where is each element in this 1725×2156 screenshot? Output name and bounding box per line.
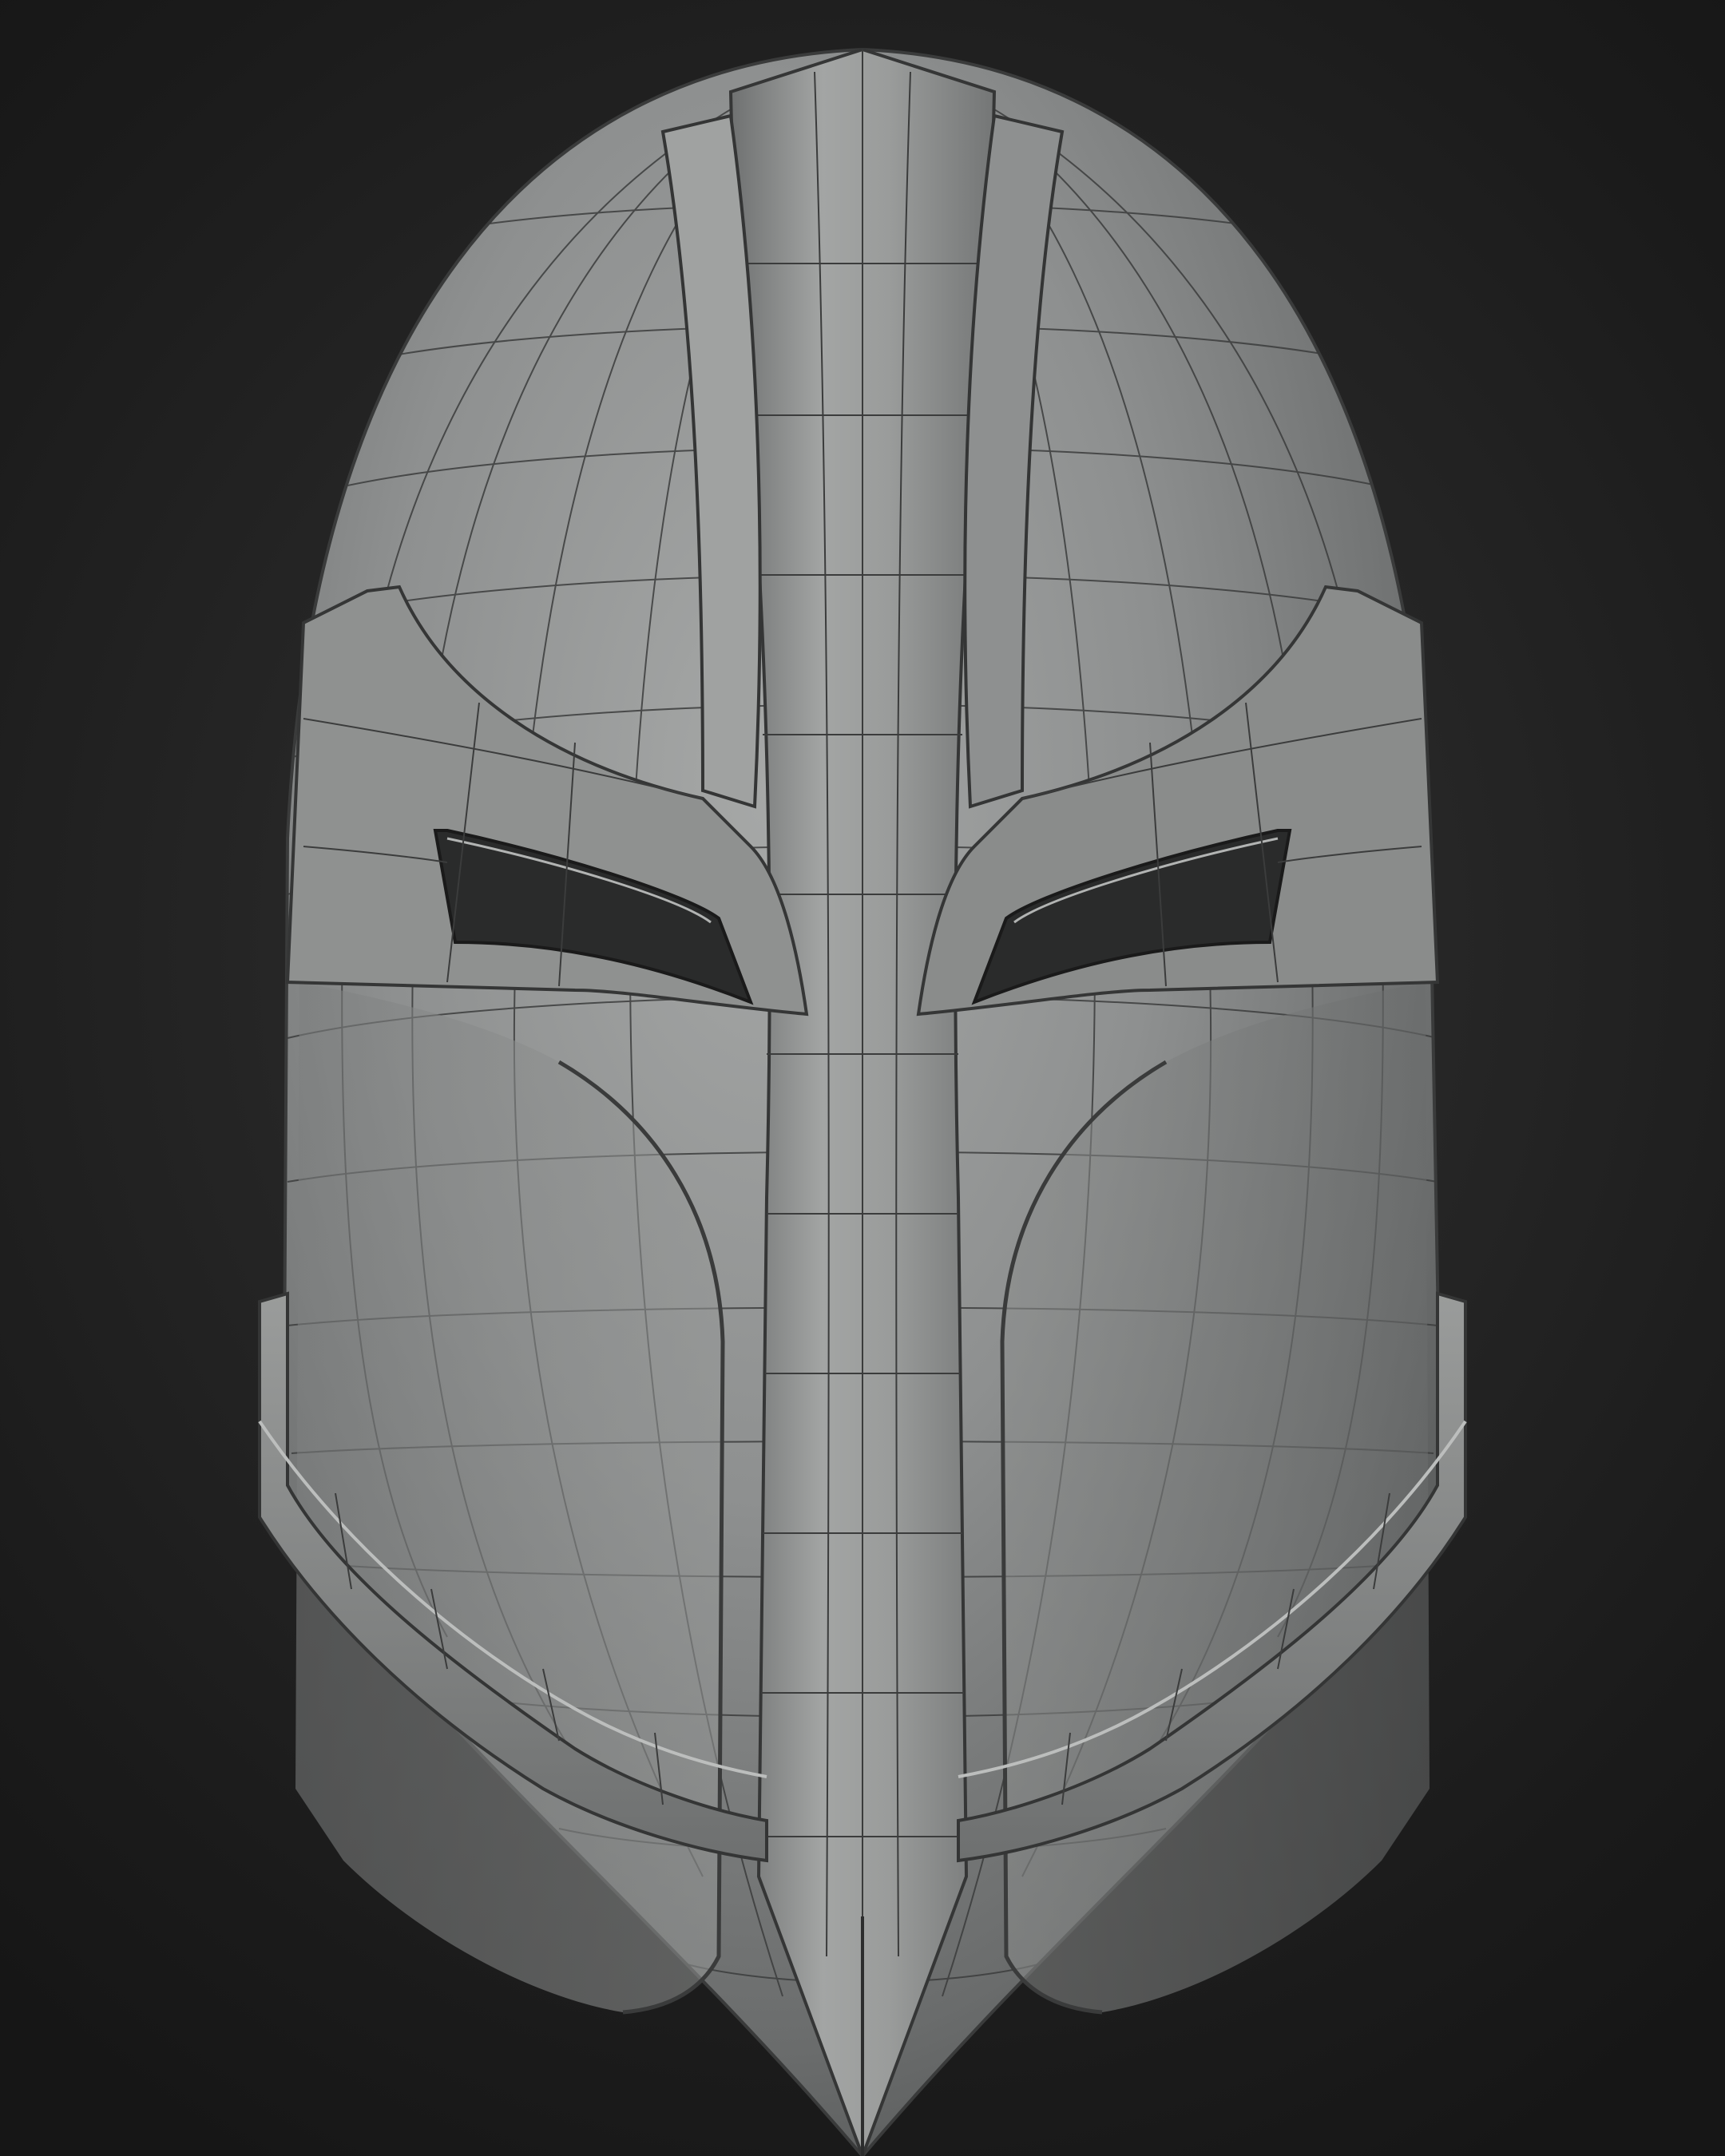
helmet-render — [258, 47, 1467, 2156]
viewport — [0, 0, 1725, 2156]
central-ridge — [728, 47, 997, 2156]
